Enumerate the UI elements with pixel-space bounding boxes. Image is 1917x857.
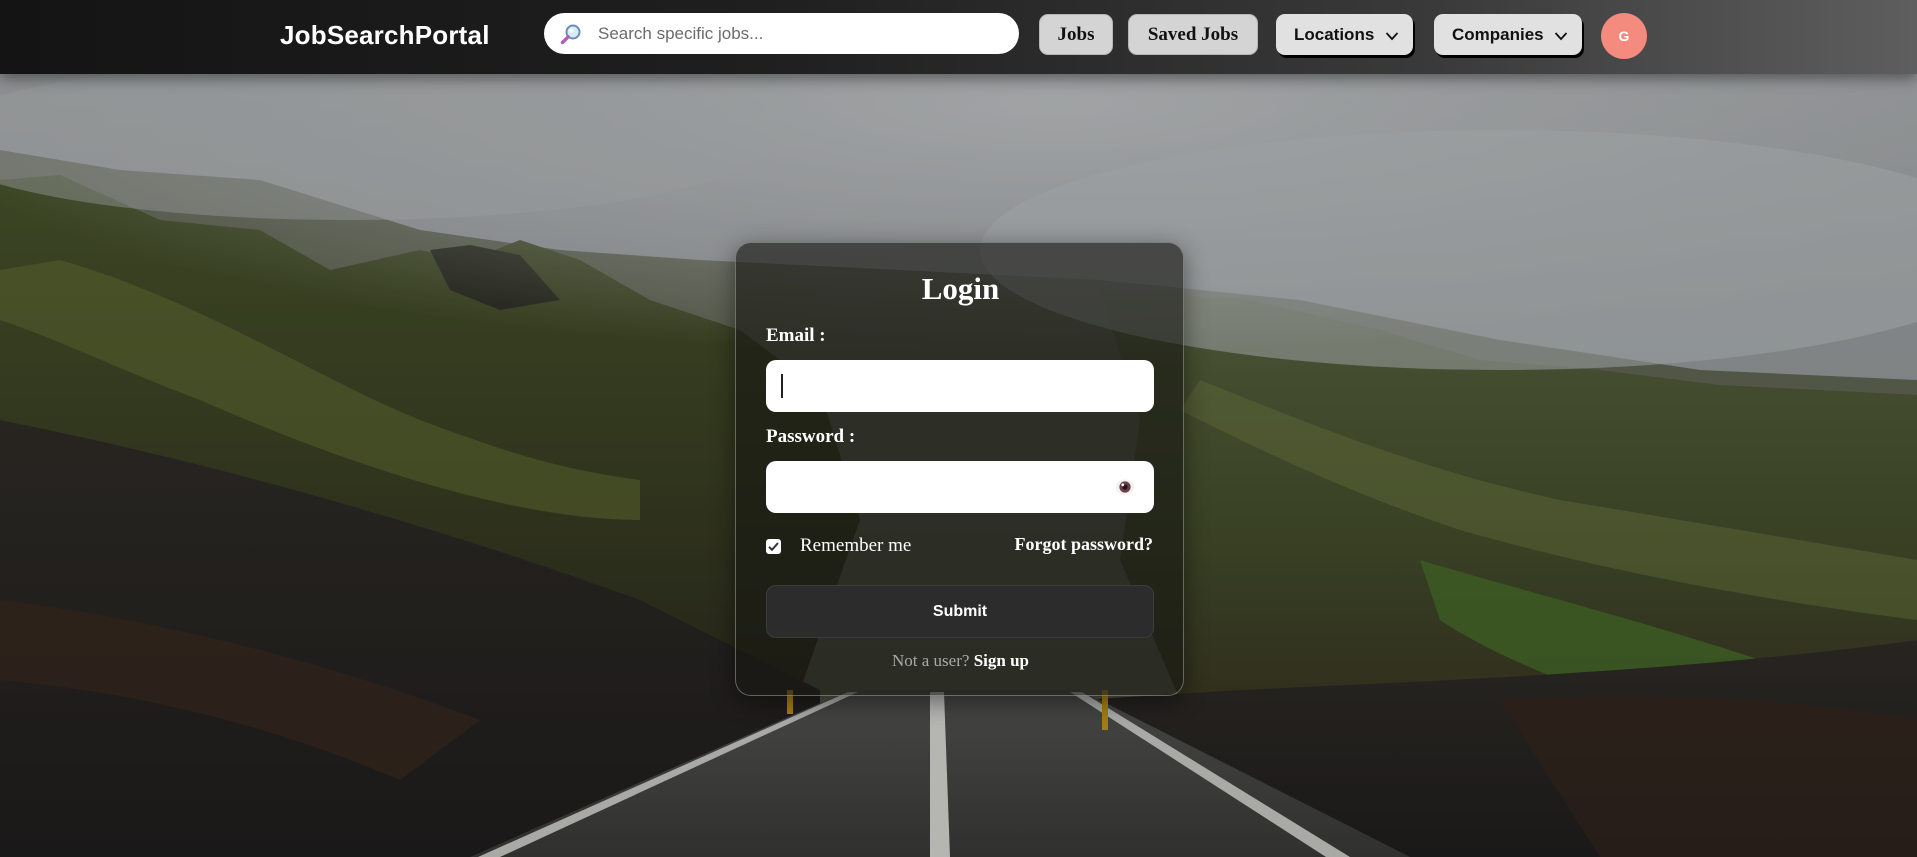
chevron-down-icon xyxy=(1554,28,1568,42)
companies-dropdown-label: Companies xyxy=(1452,24,1544,44)
search-input[interactable] xyxy=(598,13,998,54)
signup-line: Not a user? Sign up xyxy=(736,651,1185,671)
remember-me: Remember me xyxy=(766,535,911,557)
login-title: Login xyxy=(921,271,1000,306)
signup-link[interactable]: Sign up xyxy=(974,651,1029,670)
top-navbar: JobSearchPortal Jobs Saved Jobs Location… xyxy=(0,0,1917,74)
eye-icon[interactable] xyxy=(1115,478,1135,496)
email-label: Email : xyxy=(766,325,826,346)
locations-dropdown[interactable]: Locations xyxy=(1276,14,1413,55)
forgot-password-link[interactable]: Forgot password? xyxy=(1015,534,1154,555)
saved-jobs-button[interactable]: Saved Jobs xyxy=(1128,14,1258,55)
password-label: Password : xyxy=(766,426,856,447)
text-caret xyxy=(781,374,783,398)
search-bar[interactable] xyxy=(544,13,1019,54)
chevron-down-icon xyxy=(1385,28,1399,42)
companies-dropdown[interactable]: Companies xyxy=(1434,14,1582,55)
user-avatar[interactable]: G xyxy=(1601,13,1647,59)
email-field[interactable] xyxy=(766,360,1154,412)
jobs-button[interactable]: Jobs xyxy=(1039,14,1113,55)
remember-me-label: Remember me xyxy=(800,535,912,556)
locations-dropdown-label: Locations xyxy=(1294,24,1375,44)
password-field[interactable] xyxy=(766,461,1154,513)
signup-prompt: Not a user? xyxy=(892,651,970,670)
magnifier-icon xyxy=(560,23,582,45)
submit-button[interactable]: Submit xyxy=(766,585,1154,638)
login-card: Login Email : Password : Remember me For… xyxy=(735,242,1184,696)
brand-logo[interactable]: JobSearchPortal xyxy=(280,20,490,51)
remember-me-checkbox[interactable] xyxy=(766,538,781,554)
